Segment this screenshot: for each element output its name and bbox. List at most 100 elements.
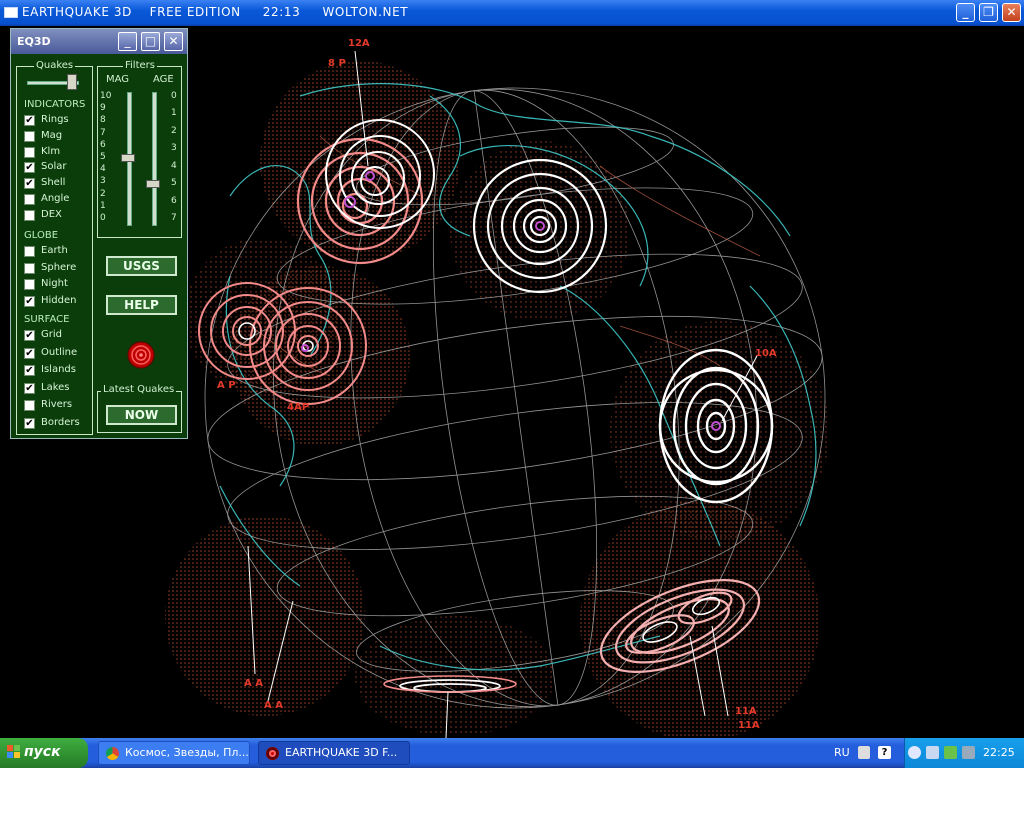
checkbox-box[interactable] — [24, 262, 35, 274]
tick-label: 9 — [100, 103, 106, 114]
tick-label: 0 — [171, 91, 177, 101]
mag-slider-thumb[interactable] — [121, 154, 135, 162]
help-button[interactable]: HELP — [106, 295, 177, 315]
checkbox-label: Solar — [41, 161, 67, 173]
system-tray: 22:25 — [904, 738, 1024, 768]
checkbox-label: Night — [41, 278, 68, 289]
restore-icon: ❐ — [983, 5, 994, 19]
now-button[interactable]: NOW — [106, 405, 177, 425]
quake-label: 4AP — [287, 402, 309, 413]
checkbox-box[interactable] — [24, 130, 35, 142]
eq3d-icon — [266, 747, 279, 760]
eq3d-panel[interactable]: EQ3D _ □ ✕ Quakes INDICATORS ✔ Rings Mag Kl… — [10, 28, 188, 439]
checkbox-label: Klm — [41, 145, 61, 157]
restore-button[interactable]: ❐ — [979, 3, 998, 22]
tick-label: 6 — [171, 195, 177, 206]
tick-label: 5 — [171, 178, 177, 189]
quake-label: 12A — [348, 38, 370, 49]
latest-quakes-label: Latest Quakes — [101, 384, 177, 395]
quake-shells — [165, 61, 830, 738]
checkbox-box[interactable]: ✔ — [24, 365, 35, 377]
checkbox-box[interactable]: ✔ — [24, 330, 35, 341]
panel-minimize-button[interactable]: _ — [118, 32, 137, 51]
checkbox-box[interactable]: ✔ — [24, 115, 35, 126]
quakes-group-label: Quakes — [34, 60, 76, 71]
checkbox-box[interactable]: ✔ — [24, 418, 35, 429]
minimize-button[interactable]: _ — [956, 3, 975, 22]
checkbox-box[interactable] — [24, 279, 35, 290]
taskbar-item-chrome[interactable]: Космос, Звезды, Пл... — [98, 741, 250, 765]
tick-label: 2 — [100, 188, 106, 199]
close-icon: ✕ — [1006, 5, 1017, 19]
checkbox-label: Lakes — [41, 381, 70, 393]
checkbox-label: Hidden — [41, 294, 77, 306]
quake-label: 11A — [738, 720, 760, 731]
age-slider-thumb[interactable] — [146, 180, 160, 189]
tick-label: 8 — [100, 115, 106, 126]
checkbox-box[interactable]: ✔ — [24, 295, 35, 307]
tick-label: 1 — [171, 108, 177, 119]
quake-label: 8 P — [328, 58, 346, 69]
panel-title-bar[interactable]: EQ3D _ □ ✕ — [11, 29, 187, 54]
checkbox-box[interactable]: ✔ — [24, 347, 35, 359]
checkbox-box[interactable]: ✔ — [24, 178, 35, 190]
checkbox-box[interactable] — [24, 209, 35, 221]
checkbox-label: Islands — [41, 364, 76, 376]
start-label: пуск — [24, 744, 61, 760]
chrome-icon — [106, 747, 119, 760]
checkbox-label: Outline — [41, 346, 78, 358]
tick-label: 2 — [171, 125, 177, 136]
taskbar-item-label: EARTHQUAKE 3D F... — [285, 746, 398, 759]
window-title-bar[interactable]: EARTHQUAKE 3D FREE EDITION 22:13 WOLTON.… — [0, 0, 1024, 26]
checkbox-box[interactable]: ✔ — [24, 382, 35, 394]
checkbox-box[interactable]: ✔ — [24, 162, 35, 174]
checkbox-label: Grid — [41, 329, 62, 340]
clock[interactable]: 22:25 — [983, 746, 1015, 759]
tick-label: 7 — [171, 213, 177, 223]
surface-heading: SURFACE — [24, 314, 70, 325]
utorrent-icon[interactable] — [944, 746, 957, 759]
quake-label: A P — [217, 380, 236, 391]
panel-close-button[interactable]: ✕ — [164, 32, 183, 51]
filters-group-label: Filters — [123, 60, 157, 71]
tick-label: 1 — [100, 200, 106, 211]
taskbar: пуск Космос, Звезды, Пл... EARTHQUAKE 3D… — [0, 738, 1024, 768]
age-slider-track[interactable] — [152, 92, 157, 226]
start-button[interactable]: пуск — [0, 738, 88, 768]
language-indicator[interactable]: RU — [834, 746, 850, 759]
panel-title: EQ3D — [17, 35, 51, 48]
keyboard-icon[interactable] — [858, 746, 870, 759]
panel-restore-button[interactable]: □ — [141, 32, 160, 51]
windows-logo-icon — [7, 745, 20, 758]
close-button[interactable]: ✕ — [1002, 3, 1021, 22]
quake-label: 11A — [735, 706, 757, 717]
quake-label: A A — [264, 700, 283, 711]
network-icon[interactable] — [926, 746, 939, 759]
checkbox-label: Rings — [41, 114, 69, 125]
tray-app-icon[interactable] — [962, 746, 975, 759]
checkbox-label: Sphere — [41, 261, 77, 273]
tick-label: 6 — [100, 139, 106, 150]
checkbox-box[interactable] — [24, 146, 35, 158]
checkbox-label: Mag — [41, 129, 63, 141]
tray-arrow-icon[interactable] — [908, 746, 921, 759]
help-tray-icon[interactable]: ? — [878, 746, 891, 759]
target-icon[interactable] — [126, 340, 156, 370]
checkbox-label: Shell — [41, 177, 66, 189]
app-window-icon[interactable] — [4, 7, 18, 18]
taskbar-item-eq3d[interactable]: EARTHQUAKE 3D F... — [258, 741, 410, 765]
age-label: AGE — [153, 74, 174, 85]
taskbar-item-label: Космос, Звезды, Пл... — [125, 746, 249, 759]
checkbox-box[interactable] — [24, 194, 35, 205]
checkbox-label: Angle — [41, 193, 70, 204]
quakes-slider-thumb[interactable] — [67, 74, 77, 90]
usgs-button[interactable]: USGS — [106, 256, 177, 276]
checkbox-box[interactable] — [24, 400, 35, 412]
window-title: EARTHQUAKE 3D FREE EDITION 22:13 WOLTON.… — [22, 5, 409, 19]
checkbox-label: Rivers — [41, 399, 73, 411]
checkbox-box[interactable] — [24, 246, 35, 257]
indicators-heading: INDICATORS — [24, 99, 86, 110]
tick-label: 5 — [100, 152, 106, 162]
quake-label: A A — [244, 678, 263, 689]
mag-label: MAG — [106, 74, 130, 85]
